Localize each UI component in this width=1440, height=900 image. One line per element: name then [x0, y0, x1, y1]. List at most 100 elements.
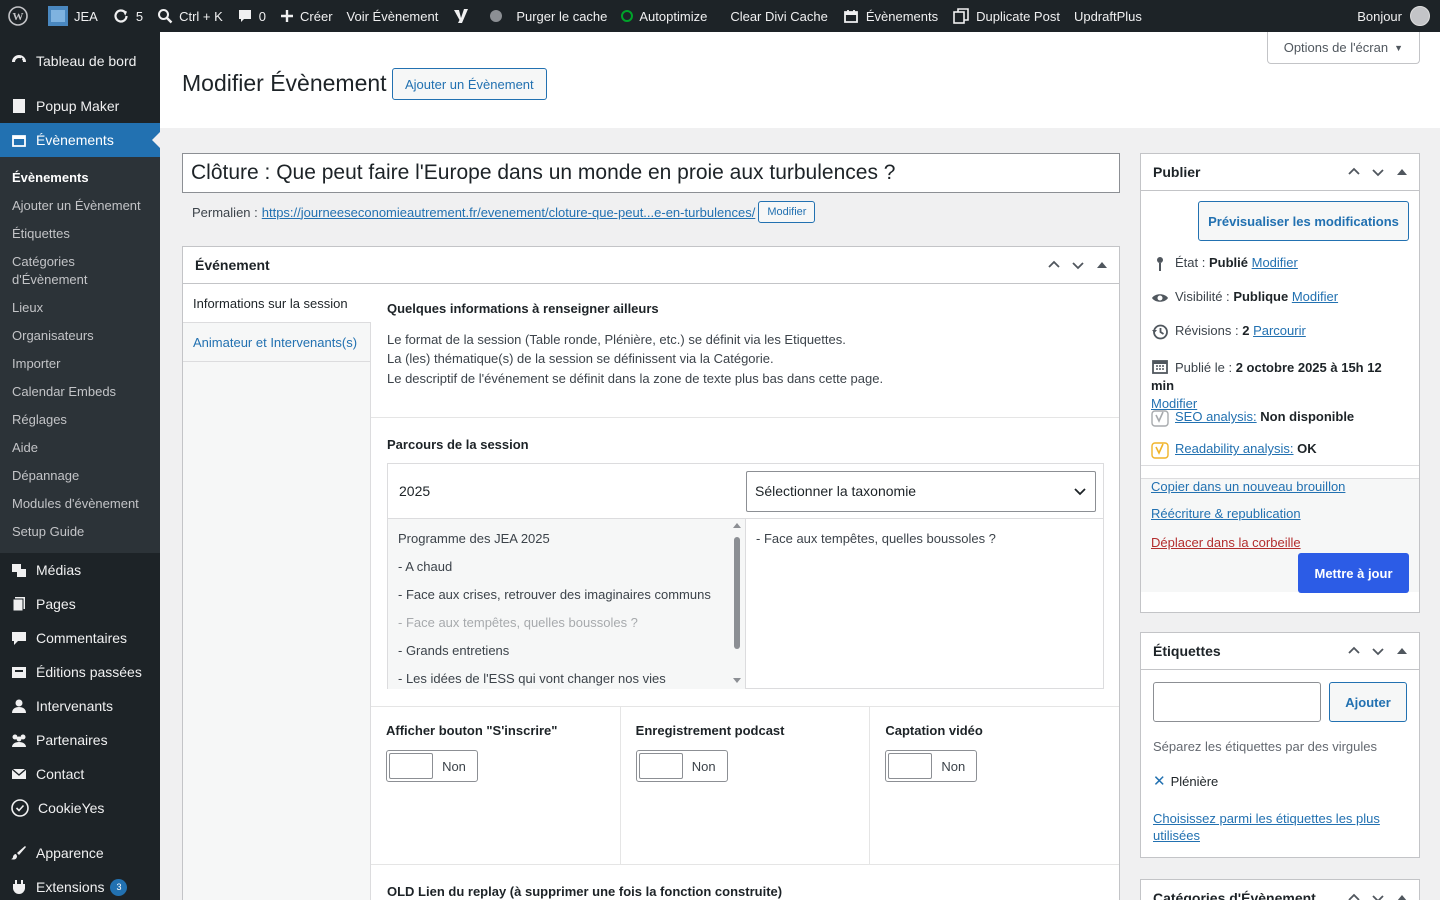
remove-tag-icon[interactable]: ✕	[1153, 772, 1166, 790]
preview-button[interactable]: Prévisualiser les modifications	[1198, 201, 1409, 241]
browse-revisions-link[interactable]: Parcourir	[1253, 322, 1306, 340]
account-menu[interactable]: Bonjour	[1357, 6, 1440, 26]
submenu-item[interactable]: Modules d'évènement	[0, 490, 160, 518]
menu-plugins[interactable]: Extensions 3	[0, 870, 160, 900]
taxonomy-select[interactable]: Sélectionner la taxonomie	[746, 470, 1096, 512]
submenu-item[interactable]: Setup Guide	[0, 518, 160, 546]
chevron-up-icon[interactable]	[1045, 256, 1063, 274]
wordpress-logo-icon[interactable]: W	[0, 0, 41, 32]
submenu-item[interactable]: Réglages	[0, 406, 160, 434]
menu-media[interactable]: Médias	[0, 553, 160, 587]
new-content-menu[interactable]: Créer	[273, 0, 340, 32]
list-item[interactable]: - Les idées de l'ESS qui vont changer no…	[388, 667, 745, 687]
collapse-toggle-icon[interactable]	[1097, 262, 1107, 268]
updates-menu[interactable]: 5	[105, 0, 150, 32]
metabox-tabs: Informations sur la session Animateur et…	[183, 284, 371, 900]
command-palette[interactable]: Ctrl + K	[150, 0, 230, 32]
collapse-toggle-icon[interactable]	[1397, 895, 1407, 900]
chevron-down-icon[interactable]	[1369, 163, 1387, 181]
update-count-badge: 3	[110, 878, 128, 896]
menu-contact[interactable]: Contact	[0, 757, 160, 791]
register-button-toggle[interactable]: Non	[386, 750, 478, 782]
video-toggle[interactable]: Non	[885, 750, 978, 782]
calendar-icon	[843, 10, 858, 23]
chevron-up-icon[interactable]	[1345, 642, 1363, 660]
calendar-icon	[1152, 360, 1168, 374]
submenu-item[interactable]: Dépannage	[0, 462, 160, 490]
podcast-toggle[interactable]: Non	[635, 750, 728, 782]
list-item[interactable]: - Grands entretiens	[388, 639, 745, 667]
yoast-icon[interactable]	[445, 0, 483, 32]
chevron-down-icon[interactable]	[1369, 642, 1387, 660]
submenu-item[interactable]: Organisateurs	[0, 322, 160, 350]
collapse-toggle-icon[interactable]	[1397, 648, 1407, 654]
readability-analysis-link[interactable]: Readability analysis:	[1175, 440, 1294, 458]
move-to-trash-link[interactable]: Déplacer dans la corbeille	[1151, 535, 1409, 550]
seo-traffic-light-icon	[1151, 410, 1169, 427]
submenu-item[interactable]: Ajouter un Évènement	[0, 192, 160, 220]
updraftplus-menu[interactable]: UpdraftPlus	[1067, 0, 1149, 32]
submenu-item[interactable]: Lieux	[0, 294, 160, 322]
tab-session-info[interactable]: Informations sur la session	[183, 284, 371, 323]
edit-status-link[interactable]: Modifier	[1252, 254, 1298, 272]
menu-dashboard[interactable]: Tableau de bord	[0, 44, 160, 78]
menu-popup-maker[interactable]: Popup Maker	[0, 89, 160, 123]
menu-pages[interactable]: Pages	[0, 587, 160, 621]
comment-icon	[12, 632, 26, 645]
taxonomy-options-list[interactable]: Programme des JEA 2025 - A chaud - Face …	[388, 519, 746, 689]
selected-item[interactable]: - Face aux tempêtes, quelles boussoles ?	[756, 527, 1093, 551]
permalink-edit-button[interactable]: Modifier	[758, 201, 816, 223]
list-item[interactable]: - Face aux crises, retrouver des imagina…	[388, 583, 745, 611]
tag-input[interactable]	[1153, 682, 1321, 722]
permalink-url[interactable]: https://journeeseconomieautrement.fr/eve…	[262, 205, 756, 220]
events-menu[interactable]: Évènements	[835, 0, 945, 32]
history-icon	[1152, 324, 1168, 340]
add-tag-button[interactable]: Ajouter	[1329, 682, 1407, 722]
submenu-item[interactable]: Aide	[0, 434, 160, 462]
collapse-toggle-icon[interactable]	[1397, 169, 1407, 175]
scrollbar[interactable]	[733, 523, 741, 683]
eye-icon	[1152, 294, 1168, 302]
caret-down-icon: ▼	[1394, 42, 1403, 53]
submenu-item[interactable]: Évènements	[0, 164, 160, 192]
chevron-up-icon[interactable]	[1345, 889, 1363, 900]
menu-appearance[interactable]: Apparence	[0, 836, 160, 870]
menu-speakers[interactable]: Intervenants	[0, 689, 160, 723]
screen-options-button[interactable]: Options de l'écran ▼	[1266, 32, 1420, 64]
seo-analysis-link[interactable]: SEO analysis:	[1175, 408, 1257, 426]
menu-comments[interactable]: Commentaires	[0, 621, 160, 655]
menu-events[interactable]: Évènements	[0, 123, 160, 157]
tab-speakers[interactable]: Animateur et Intervenants(s)	[183, 323, 370, 362]
purge-cache-button[interactable]: Purger le cache	[509, 0, 614, 32]
menu-partners[interactable]: Partenaires	[0, 723, 160, 757]
menu-cookieyes[interactable]: CookieYes	[0, 791, 160, 825]
add-event-button[interactable]: Ajouter un Évènement	[392, 68, 547, 100]
info-title: Quelques informations à renseigner aille…	[387, 301, 659, 316]
submenu-item[interactable]: Étiquettes	[0, 220, 160, 248]
rewrite-republish-link[interactable]: Réécriture & republication	[1151, 506, 1409, 521]
chevron-down-icon[interactable]	[1369, 889, 1387, 900]
menu-past-editions[interactable]: Éditions passées	[0, 655, 160, 689]
post-title-input[interactable]: Clôture : Que peut faire l'Europe dans u…	[182, 153, 1120, 193]
list-item[interactable]: - A chaud	[388, 555, 745, 583]
choose-tags-link[interactable]: Choisissez parmi les étiquettes les plus…	[1153, 810, 1393, 844]
year-label: 2025	[399, 483, 431, 499]
pin-icon	[1157, 257, 1163, 271]
permalink: Permalien : https://journeeseconomieautr…	[192, 201, 816, 223]
autoptimize-menu[interactable]: Autoptimize	[614, 0, 714, 32]
copy-draft-link[interactable]: Copier dans un nouveau brouillon	[1151, 479, 1409, 494]
list-item[interactable]: Programme des JEA 2025	[388, 527, 745, 555]
pages-icon	[12, 597, 25, 612]
submenu-item[interactable]: Importer	[0, 350, 160, 378]
update-button[interactable]: Mettre à jour	[1298, 553, 1409, 593]
chevron-up-icon[interactable]	[1345, 163, 1363, 181]
view-event-link[interactable]: Voir Évènement	[340, 0, 446, 32]
edit-visibility-link[interactable]: Modifier	[1292, 288, 1338, 306]
comments-menu[interactable]: 0	[230, 0, 273, 32]
submenu-item[interactable]: Calendar Embeds	[0, 378, 160, 406]
chevron-down-icon[interactable]	[1069, 256, 1087, 274]
submenu-item[interactable]: Catégories d'Évènement	[0, 248, 120, 294]
clear-divi-cache-button[interactable]: Clear Divi Cache	[714, 0, 835, 32]
duplicate-post-menu[interactable]: Duplicate Post	[945, 0, 1067, 32]
site-name-menu[interactable]: JEA	[41, 0, 105, 32]
